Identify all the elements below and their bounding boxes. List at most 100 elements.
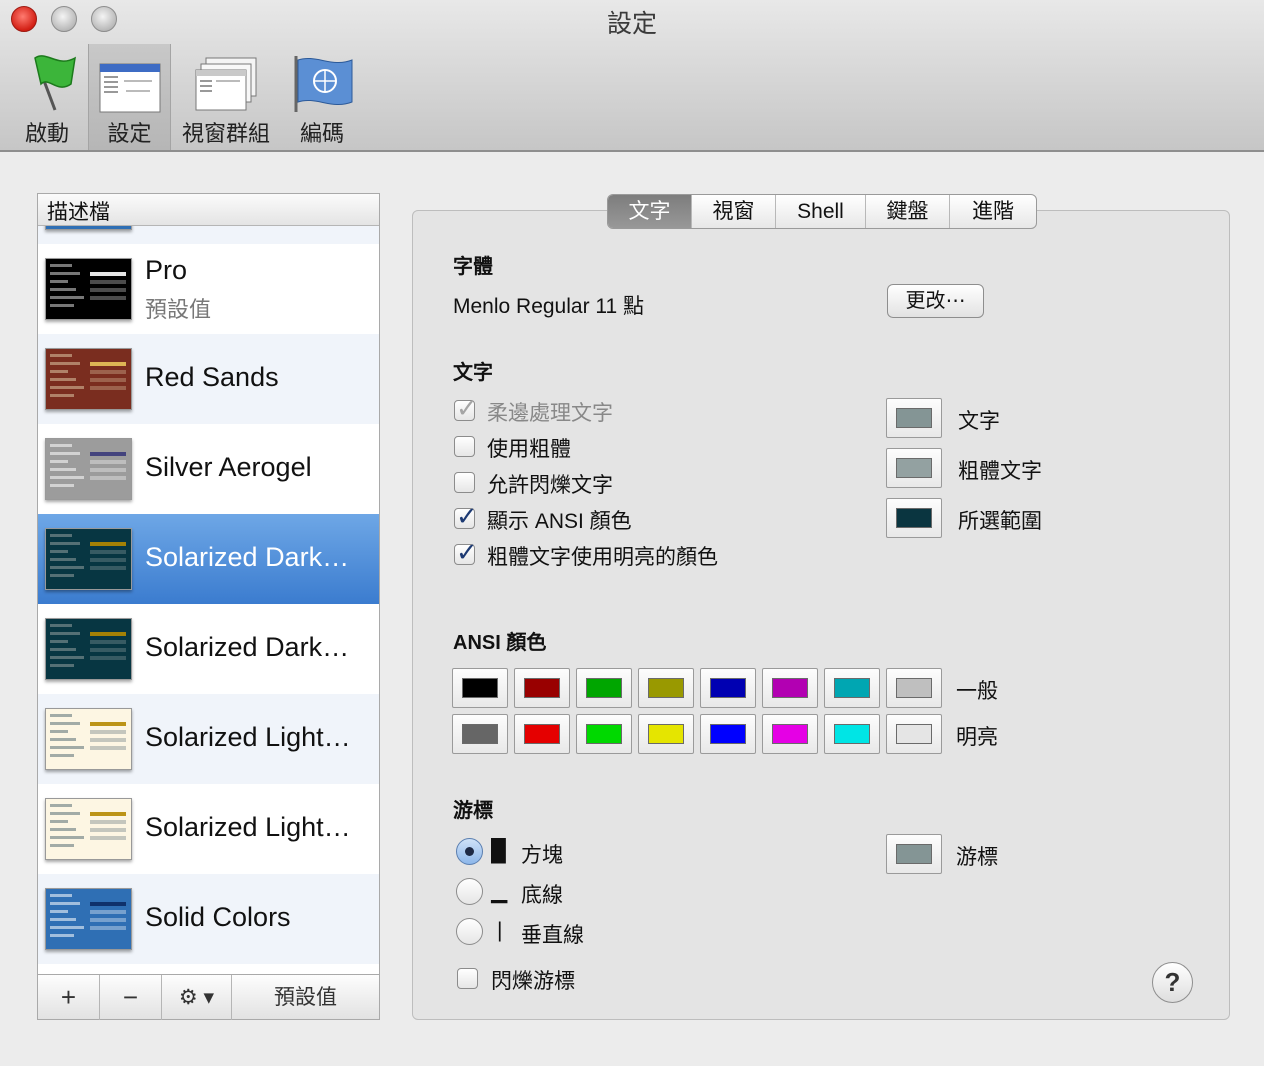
- profile-list-body: Pro 預設值 Red Sands Silver Aerogel Solariz…: [38, 226, 379, 974]
- un-flag-icon: [294, 56, 353, 112]
- blink-text-label: 允許閃爍文字: [487, 474, 613, 497]
- ansi-normal-color-well-6[interactable]: [824, 668, 880, 708]
- ansi-normal-color-well-0[interactable]: [452, 668, 508, 708]
- ansi-normal-color-well-5[interactable]: [762, 668, 818, 708]
- tab-window[interactable]: 視窗: [692, 195, 776, 228]
- profile-item-red-sands[interactable]: Red Sands: [38, 334, 379, 424]
- toolbar-settings[interactable]: 設定: [88, 44, 171, 150]
- window-titlebar: 設定 啟動 設定 視窗群組 編碼: [0, 0, 1264, 152]
- profile-list: 描述檔 Pro 預設值 Red Sands Silver Aerogel Sol…: [37, 193, 380, 1020]
- profile-thumbnail: [45, 888, 132, 950]
- ansi-bright-color-well-6[interactable]: [824, 714, 880, 754]
- blink-cursor-label: 閃爍游標: [491, 970, 575, 993]
- profile-thumbnail: [45, 618, 132, 680]
- window-title: 設定: [606, 10, 657, 38]
- cursor-color-well[interactable]: [886, 834, 942, 874]
- ansi-heading: ANSI 顏色: [453, 632, 547, 654]
- ansi-bright-color-well-0[interactable]: [452, 714, 508, 754]
- ansi-normal-color-well-4[interactable]: [700, 668, 756, 708]
- ansi-bright-color-well-5[interactable]: [762, 714, 818, 754]
- toolbar-encodings[interactable]: 編碼: [282, 44, 362, 150]
- change-font-button[interactable]: 更改⋯: [887, 284, 984, 318]
- selection-color-well[interactable]: [886, 498, 942, 538]
- use-bold-label: 使用粗體: [487, 438, 571, 461]
- profile-list-header[interactable]: 描述檔: [38, 194, 379, 226]
- cursor-block-radio[interactable]: [456, 838, 483, 865]
- color-swatch: [834, 724, 870, 744]
- profile-item[interactable]: [38, 226, 379, 244]
- tab-keyboard[interactable]: 鍵盤: [866, 195, 950, 228]
- ansi-colors-checkbox[interactable]: ✓: [454, 501, 478, 531]
- profile-name: Solarized Dark…: [145, 632, 350, 662]
- text-heading: 文字: [453, 362, 493, 384]
- profile-name: Red Sands: [145, 362, 279, 392]
- profile-thumbnail: [45, 438, 132, 500]
- toolbar-startup[interactable]: 啟動: [8, 44, 86, 150]
- ansi-normal-color-well-2[interactable]: [576, 668, 632, 708]
- profile-item-pro[interactable]: Pro 預設值: [38, 244, 379, 334]
- help-button[interactable]: ?: [1152, 962, 1193, 1003]
- color-swatch: [586, 724, 622, 744]
- profile-item-silver-aerogel[interactable]: Silver Aerogel: [38, 424, 379, 514]
- font-value: Menlo Regular 11 點: [453, 295, 645, 318]
- profile-name: Solarized Light…: [145, 722, 351, 752]
- antialias-label: 柔邊處理文字: [487, 402, 613, 425]
- ansi-normal-label: 一般: [956, 680, 998, 703]
- tab-text[interactable]: 文字: [608, 195, 692, 228]
- text-color-well[interactable]: [886, 398, 942, 438]
- blink-cursor-checkbox[interactable]: [457, 968, 478, 989]
- color-swatch: [772, 724, 808, 744]
- cursor-underline-label: 底線: [521, 884, 563, 907]
- toolbar-label: 設定: [107, 121, 152, 146]
- cursor-heading: 游標: [453, 800, 493, 822]
- tab-shell[interactable]: Shell: [776, 195, 866, 228]
- ansi-bright-color-well-4[interactable]: [700, 714, 756, 754]
- profile-item-solarized-light[interactable]: Solarized Light…: [38, 694, 379, 784]
- color-swatch: [586, 678, 622, 698]
- color-swatch: [896, 844, 932, 864]
- color-swatch: [710, 724, 746, 744]
- color-swatch: [648, 724, 684, 744]
- ansi-bright-color-well-1[interactable]: [514, 714, 570, 754]
- ansi-bright-color-well-3[interactable]: [638, 714, 694, 754]
- gear-menu-button[interactable]: ⚙ ▾: [162, 975, 232, 1020]
- antialias-checkbox[interactable]: ✓: [454, 393, 478, 423]
- window-group-icon: [195, 57, 257, 111]
- bold-text-color-well[interactable]: [886, 448, 942, 488]
- use-bold-checkbox[interactable]: [454, 436, 475, 457]
- cursor-underline-radio[interactable]: [456, 878, 483, 905]
- set-default-button[interactable]: 預設值: [232, 975, 379, 1020]
- ansi-bright-label: 明亮: [956, 726, 998, 749]
- profile-thumbnail: [45, 528, 132, 590]
- toolbar-window-groups[interactable]: 視窗群組: [176, 44, 276, 150]
- profile-thumbnail: [45, 258, 132, 320]
- blink-text-checkbox[interactable]: [454, 472, 475, 493]
- add-profile-button[interactable]: +: [38, 975, 100, 1020]
- ansi-bright-color-well-2[interactable]: [576, 714, 632, 754]
- cursor-block-label: 方塊: [521, 844, 563, 867]
- color-swatch: [524, 678, 560, 698]
- color-swatch: [524, 724, 560, 744]
- profile-item-solid-colors[interactable]: Solid Colors: [38, 874, 379, 964]
- bright-bold-checkbox[interactable]: ✓: [454, 537, 478, 567]
- tab-advanced[interactable]: 進階: [950, 195, 1036, 228]
- ansi-normal-color-well-7[interactable]: [886, 668, 942, 708]
- profile-item-solarized-dark[interactable]: Solarized Dark…: [38, 604, 379, 694]
- profile-item-solarized-dark-selected[interactable]: Solarized Dark…: [38, 514, 379, 604]
- remove-profile-button[interactable]: −: [100, 975, 162, 1020]
- cursor-vertical-bar-label: 垂直線: [521, 924, 584, 947]
- settings-window-icon: [99, 63, 160, 113]
- ansi-bright-color-well-7[interactable]: [886, 714, 942, 754]
- cursor-vertical-bar-radio[interactable]: [456, 918, 483, 945]
- profile-thumbnail: [45, 708, 132, 770]
- color-swatch: [462, 678, 498, 698]
- profile-item-solarized-light-2[interactable]: Solarized Light…: [38, 784, 379, 874]
- cursor-underline-glyph-icon: ▁: [491, 880, 508, 903]
- font-heading: 字體: [453, 256, 493, 278]
- color-swatch: [462, 724, 498, 744]
- ansi-normal-color-well-1[interactable]: [514, 668, 570, 708]
- ansi-normal-color-well-3[interactable]: [638, 668, 694, 708]
- text-color-label: 文字: [958, 410, 1000, 433]
- ansi-colors-label: 顯示 ANSI 顏色: [487, 510, 632, 533]
- color-swatch: [772, 678, 808, 698]
